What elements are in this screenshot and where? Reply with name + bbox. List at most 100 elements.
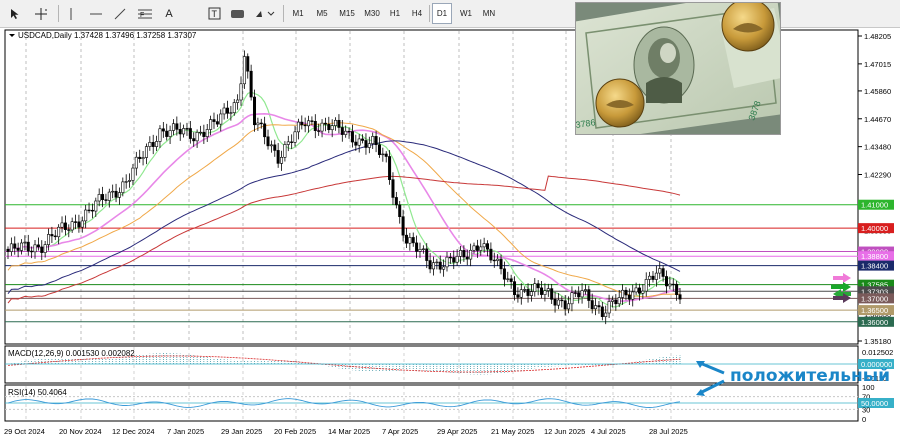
candle-body bbox=[134, 156, 138, 169]
tf-mn[interactable]: MN bbox=[479, 3, 499, 24]
fibonacci-icon[interactable]: F bbox=[135, 3, 155, 24]
candle-body bbox=[590, 300, 594, 310]
candle-body bbox=[654, 272, 658, 280]
candle-body bbox=[415, 242, 419, 252]
money-photo: A9 3878 3786 bbox=[575, 2, 781, 135]
date-label: 29 Jan 2025 bbox=[221, 427, 262, 436]
candle-body bbox=[97, 194, 101, 202]
candle-body bbox=[452, 257, 456, 263]
macd-tick-label: 0.012502 bbox=[862, 348, 893, 357]
candle-body bbox=[502, 268, 506, 280]
rsi-label: RSI(14) 50.4064 bbox=[8, 388, 67, 397]
candle-body bbox=[411, 237, 415, 244]
tf-d1[interactable]: D1 bbox=[432, 3, 452, 24]
candle-body bbox=[124, 181, 128, 183]
candle-body bbox=[171, 123, 175, 131]
candle-body bbox=[482, 243, 486, 248]
candle-body bbox=[256, 122, 260, 126]
candle-body bbox=[550, 288, 554, 300]
candle-body bbox=[556, 299, 560, 306]
candle-body bbox=[506, 278, 510, 280]
tf-h1[interactable]: H1 bbox=[386, 3, 404, 24]
candle-body bbox=[215, 121, 219, 125]
price-badge-label: 1.38400 bbox=[861, 262, 888, 271]
candle-body bbox=[239, 83, 243, 101]
candle-body bbox=[425, 248, 429, 261]
shape-icon[interactable] bbox=[228, 3, 246, 24]
date-label: 29 Apr 2025 bbox=[437, 427, 477, 436]
date-label: 29 Oct 2024 bbox=[4, 427, 45, 436]
tf-h4[interactable]: H4 bbox=[408, 3, 426, 24]
candle-body bbox=[583, 289, 587, 291]
candle-body bbox=[276, 150, 280, 164]
candle-body bbox=[644, 279, 648, 292]
cursor-icon[interactable] bbox=[5, 3, 25, 24]
candle-body bbox=[148, 142, 152, 147]
arrow-icon[interactable] bbox=[252, 3, 278, 24]
candle-body bbox=[641, 290, 645, 294]
candle-body bbox=[259, 122, 263, 125]
candle-body bbox=[165, 130, 169, 137]
candle-body bbox=[74, 221, 78, 223]
macd-label: MACD(12,26,9) 0.001530 0.002082 bbox=[8, 349, 135, 358]
candle-body bbox=[607, 301, 611, 314]
candle-body bbox=[377, 144, 381, 155]
date-label: 12 Jun 2025 bbox=[544, 427, 585, 436]
candle-body bbox=[225, 107, 229, 114]
candle-body bbox=[300, 121, 304, 126]
vertical-line-icon[interactable] bbox=[63, 3, 79, 24]
candle-body bbox=[492, 259, 496, 262]
candle-body bbox=[428, 260, 432, 270]
trendline-icon[interactable] bbox=[111, 3, 129, 24]
candle-body bbox=[570, 292, 574, 305]
chart-header: USDCAD,Daily 1.37428 1.37496 1.37258 1.3… bbox=[18, 31, 197, 40]
price-tick-label: 1.47015 bbox=[864, 60, 891, 69]
candle-body bbox=[600, 306, 604, 317]
candle-body bbox=[90, 209, 94, 212]
candle-body bbox=[459, 250, 463, 257]
tf-m15[interactable]: M15 bbox=[336, 3, 358, 24]
candle-body bbox=[43, 244, 47, 253]
candle-body bbox=[519, 289, 523, 298]
candle-body bbox=[310, 120, 314, 122]
candle-body bbox=[141, 157, 145, 160]
text-icon[interactable]: A bbox=[161, 3, 177, 24]
candle-body bbox=[388, 156, 392, 180]
price-tick-label: 1.42290 bbox=[864, 171, 891, 180]
candle-body bbox=[273, 144, 277, 151]
date-label: 12 Dec 2024 bbox=[112, 427, 155, 436]
candle-body bbox=[509, 278, 513, 282]
annotation-text: положительный bbox=[730, 366, 890, 386]
crosshair-icon[interactable] bbox=[30, 3, 52, 24]
candle-body bbox=[195, 131, 199, 142]
label-icon[interactable]: T bbox=[206, 3, 222, 24]
candle-body bbox=[431, 262, 435, 270]
candle-body bbox=[462, 250, 466, 258]
candle-body bbox=[131, 167, 135, 181]
candle-body bbox=[513, 281, 517, 295]
candle-body bbox=[529, 291, 533, 296]
price-tick-label: 1.45860 bbox=[864, 87, 891, 96]
candle-body bbox=[668, 283, 672, 287]
candle-body bbox=[496, 258, 500, 261]
horizontal-line-icon[interactable] bbox=[87, 3, 105, 24]
candle-body bbox=[47, 234, 51, 245]
tf-m30[interactable]: M30 bbox=[361, 3, 383, 24]
candle-body bbox=[651, 275, 655, 280]
candle-body bbox=[560, 299, 564, 302]
price-tick-label: 1.44670 bbox=[864, 115, 891, 124]
candle-body bbox=[151, 142, 155, 147]
candle-body bbox=[286, 141, 290, 145]
candle-body bbox=[621, 289, 625, 298]
tf-w1[interactable]: W1 bbox=[456, 3, 476, 24]
candle-body bbox=[361, 138, 365, 141]
date-label: 4 Jul 2025 bbox=[591, 427, 626, 436]
candle-body bbox=[357, 138, 361, 146]
tf-m1[interactable]: M1 bbox=[288, 3, 308, 24]
candle-body bbox=[296, 121, 300, 133]
candle-body bbox=[448, 256, 452, 259]
candle-body bbox=[479, 246, 483, 251]
date-label: 14 Mar 2025 bbox=[328, 427, 370, 436]
candle-body bbox=[469, 249, 473, 260]
tf-m5[interactable]: M5 bbox=[312, 3, 332, 24]
